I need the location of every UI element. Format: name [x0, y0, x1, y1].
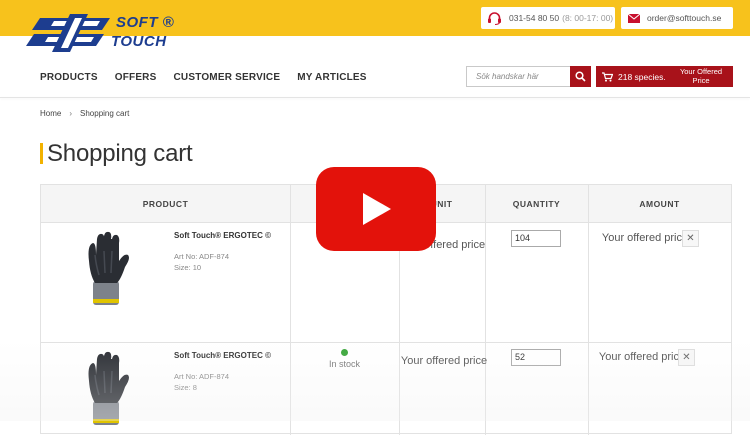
row-divider — [41, 342, 731, 343]
col-divider — [588, 185, 589, 435]
product-name[interactable]: Soft Touch® ERGOTEC © — [174, 231, 271, 240]
stock-status: In stock — [329, 359, 361, 369]
email-address: order@softtouch.se — [647, 13, 722, 23]
title-accent — [40, 143, 43, 164]
nav-item-customer-service[interactable]: CUSTOMER SERVICE — [173, 72, 280, 83]
phone-number: 031-54 80 50 — [509, 13, 560, 23]
breadcrumb-home[interactable]: Home — [40, 109, 61, 118]
nav-item-my-articles[interactable]: MY ARTICLES — [297, 72, 366, 83]
unit-price: Your offered price — [400, 355, 488, 367]
cart-count: 218 species. — [618, 71, 666, 82]
logo-text-line1: SOFT ® — [116, 14, 175, 31]
remove-item-button[interactable]: ✕ — [678, 349, 695, 366]
in-stock-indicator — [341, 349, 348, 356]
glove-product-image[interactable] — [79, 351, 135, 427]
remove-item-button[interactable]: ✕ — [682, 230, 699, 247]
col-divider — [290, 185, 291, 435]
headset-icon — [487, 11, 502, 25]
email-contact[interactable]: order@softtouch.se — [621, 7, 733, 29]
product-size: Size: 10 — [174, 263, 202, 272]
product-name[interactable]: Soft Touch® ERGOTEC © — [174, 351, 271, 360]
nav-item-products[interactable]: PRODUCTS — [40, 72, 98, 83]
quantity-input[interactable]: 104 — [511, 230, 561, 247]
cart-icon — [602, 71, 613, 82]
search-button[interactable] — [570, 66, 591, 87]
col-header-quantity: QUANTITY — [512, 199, 561, 209]
search-icon — [575, 71, 586, 82]
logo[interactable]: SOFT ® TOUCH — [0, 0, 180, 60]
phone-hours: (8: 00-17: 00) — [562, 13, 614, 23]
close-icon: ✕ — [686, 233, 695, 244]
product-art-no: Art No: ADF-874 — [174, 372, 230, 381]
quantity-input[interactable]: 52 — [511, 349, 561, 366]
amount-price: Your offered price — [601, 232, 689, 244]
col-divider — [485, 185, 486, 435]
envelope-icon — [628, 13, 640, 23]
search-input[interactable]: Sök handskar här — [466, 66, 570, 87]
play-icon — [363, 193, 391, 225]
page-title: Shopping cart — [47, 140, 193, 167]
phone-contact[interactable]: 031-54 80 50 (8: 00-17: 00) — [481, 7, 615, 29]
cart-offered-price: Your Offered Price — [679, 67, 723, 85]
glove-product-image[interactable] — [79, 231, 135, 307]
col-header-product: PRODUCT — [142, 199, 189, 209]
product-art-no: Art No: ADF-874 — [174, 252, 230, 261]
breadcrumb-current: Shopping cart — [80, 109, 130, 118]
logo-text-line2: TOUCH — [111, 33, 167, 50]
close-icon: ✕ — [682, 352, 691, 363]
product-size: Size: 8 — [174, 383, 197, 392]
main-nav: PRODUCTS OFFERS CUSTOMER SERVICE MY ARTI… — [40, 72, 384, 83]
amount-price: Your offered price — [598, 351, 686, 363]
breadcrumb-separator: › — [69, 109, 73, 118]
video-play-button[interactable] — [316, 167, 436, 251]
header-divider — [0, 97, 750, 98]
cart-button[interactable]: 218 species. Your Offered Price — [596, 66, 733, 87]
nav-item-offers[interactable]: OFFERS — [115, 72, 157, 83]
breadcrumb: Home › Shopping cart — [40, 109, 129, 118]
col-header-amount: AMOUNT — [639, 199, 680, 209]
